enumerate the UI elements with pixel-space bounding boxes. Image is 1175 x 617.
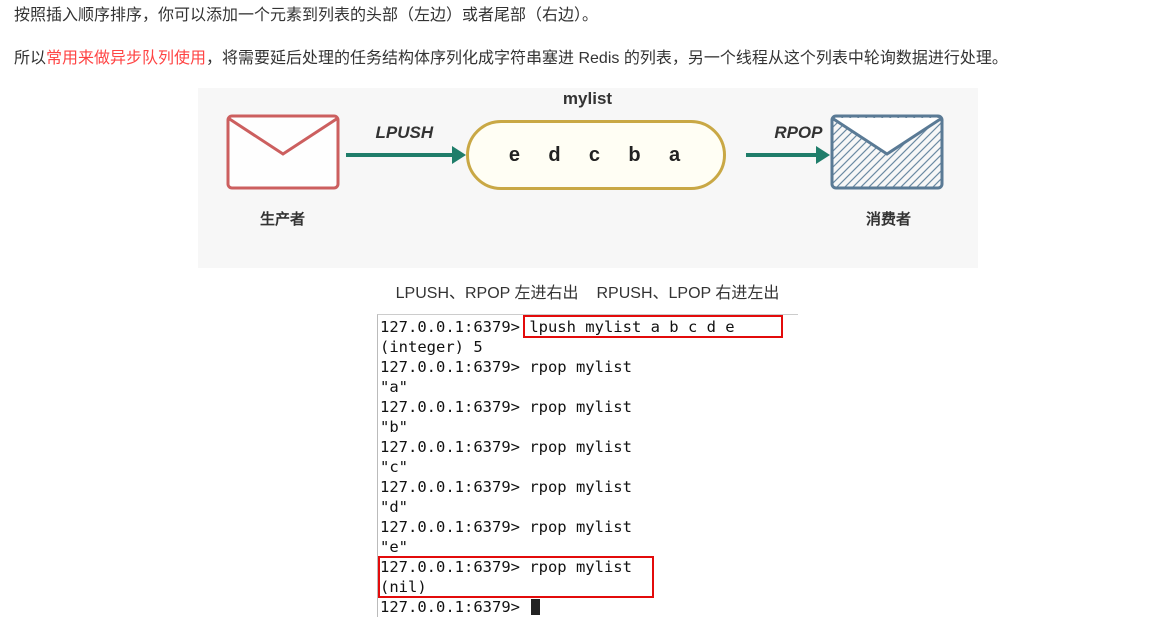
p2-highlight: 常用来做异步队列使用 bbox=[46, 50, 206, 67]
producer-label: 生产者 bbox=[226, 206, 340, 233]
list-item: e bbox=[509, 137, 522, 173]
paragraph-2: 所以常用来做异步队列使用，将需要延后处理的任务结构体序列化成字符串塞进 Redi… bbox=[14, 45, 1161, 74]
caption-right: RPUSH、LPOP 右进左出 bbox=[597, 285, 780, 302]
terminal-line: 127.0.0.1:6379> rpop mylist bbox=[380, 477, 798, 497]
lpush-arrow-icon bbox=[344, 140, 466, 170]
list-item: c bbox=[589, 137, 602, 173]
diagram-caption: LPUSH、RPOP 左进右出 RPUSH、LPOP 右进左出 bbox=[14, 280, 1161, 309]
cursor-icon bbox=[531, 599, 540, 615]
terminal-line: 127.0.0.1:6379> bbox=[380, 597, 798, 617]
mylist-capsule: e d c b a bbox=[466, 120, 726, 190]
p2-b: ，将需要延后处理的任务结构体序列化成字符串塞进 Redis 的列表，另一个线程从… bbox=[206, 50, 1008, 67]
terminal-line: "b" bbox=[380, 417, 798, 437]
terminal-line: "a" bbox=[380, 377, 798, 397]
terminal-line: "d" bbox=[380, 497, 798, 517]
consumer-label: 消费者 bbox=[832, 206, 946, 233]
p2-a: 所以 bbox=[14, 50, 46, 67]
paragraph-1: 按照插入顺序排序，你可以添加一个元素到列表的头部（左边）或者尾部（右边）。 bbox=[14, 2, 1161, 31]
terminal-line: "e" bbox=[380, 537, 798, 557]
list-diagram: mylist 生产者 LPUSH e d c b a RPOP bbox=[198, 88, 978, 268]
list-item: a bbox=[669, 137, 682, 173]
caption-left: LPUSH、RPOP 左进右出 bbox=[396, 285, 579, 302]
terminal-line: 127.0.0.1:6379> rpop mylist bbox=[380, 397, 798, 417]
producer-envelope-icon bbox=[226, 114, 340, 190]
rpop-arrow-icon bbox=[744, 140, 830, 170]
list-item: b bbox=[628, 137, 642, 173]
terminal-line: 127.0.0.1:6379> rpop mylist bbox=[380, 437, 798, 457]
list-item: d bbox=[548, 137, 562, 173]
highlight-box-nil bbox=[378, 556, 654, 598]
terminal-line: 127.0.0.1:6379> rpop mylist bbox=[380, 517, 798, 537]
highlight-box-lpush bbox=[523, 315, 783, 338]
mylist-title: mylist bbox=[198, 84, 978, 115]
consumer-envelope-icon bbox=[830, 114, 944, 190]
terminal-line: "c" bbox=[380, 457, 798, 477]
terminal-output: 127.0.0.1:6379> lpush mylist a b c d e (… bbox=[377, 314, 798, 617]
terminal-line: 127.0.0.1:6379> rpop mylist bbox=[380, 357, 798, 377]
terminal-line: (integer) 5 bbox=[380, 337, 798, 357]
